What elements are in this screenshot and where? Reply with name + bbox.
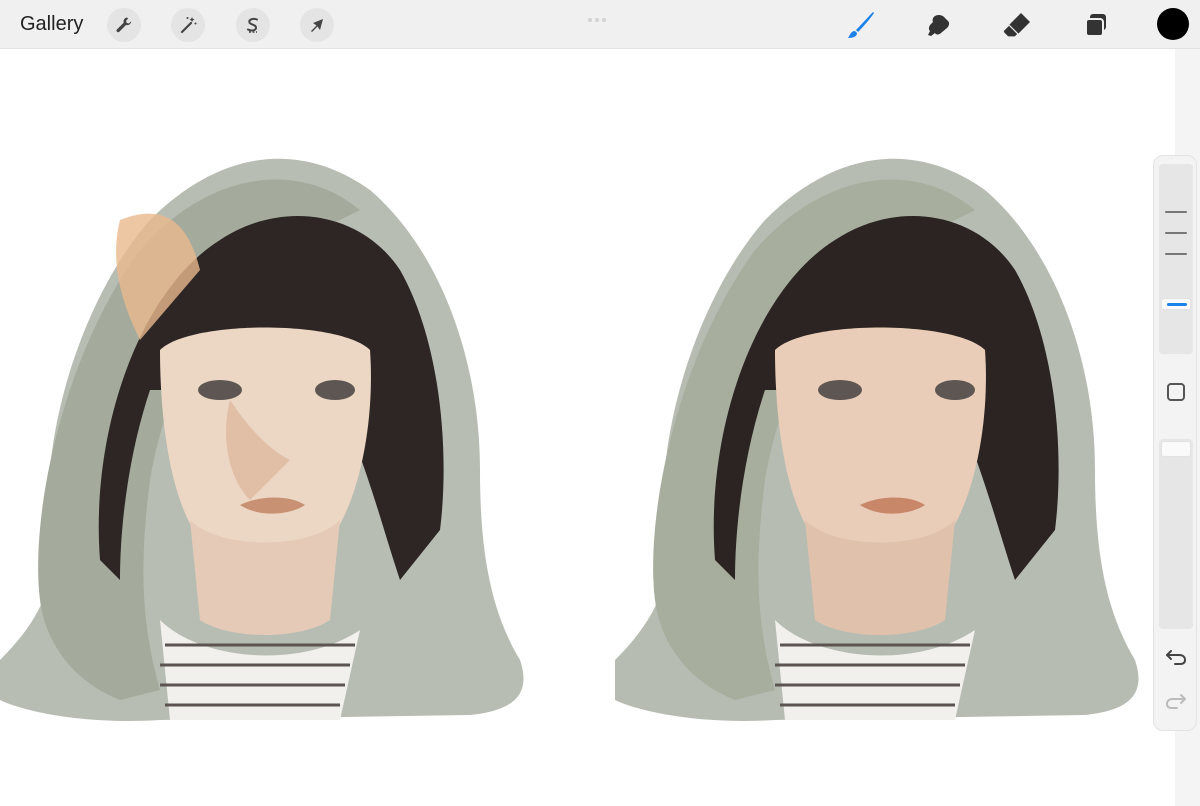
adjustments-button[interactable] [171,8,205,42]
slider-tick [1165,253,1187,255]
layers-icon [1085,14,1106,37]
undo-icon [1166,650,1187,665]
modify-square-icon[interactable] [1167,383,1185,401]
eraser-tool[interactable] [1000,8,1034,42]
brush-icon [848,12,874,38]
brush-size-thumb[interactable] [1161,298,1191,310]
wrench-icon [116,17,132,33]
undo-button[interactable] [1161,644,1191,670]
layers-button[interactable] [1079,8,1113,42]
slider-tick [1165,232,1187,234]
redo-icon [1165,694,1186,709]
artwork-portrait-right [615,158,1139,721]
actions-button[interactable] [107,8,141,42]
brush-tool[interactable] [844,8,878,42]
opacity-slider[interactable] [1159,439,1193,629]
brush-size-slider[interactable] [1159,164,1193,354]
magic-wand-icon [180,17,197,34]
toolbar-grip-handle[interactable] [588,9,612,22]
smudge-tool[interactable] [922,8,956,42]
artwork-portrait-left [0,158,524,721]
redo-button[interactable] [1161,688,1191,714]
gallery-button[interactable]: Gallery [20,13,83,36]
top-toolbar: Gallery [0,0,1200,49]
slider-tick [1165,211,1187,213]
transform-button[interactable] [300,8,334,42]
brush-sidebar [1153,155,1197,731]
arrow-cursor-icon [311,19,323,32]
eraser-icon [1002,13,1030,38]
smudge-icon [928,14,950,36]
selection-s-icon [247,17,258,33]
opacity-thumb[interactable] [1161,441,1191,457]
color-swatch-button[interactable] [1157,8,1189,40]
selection-button[interactable] [236,8,270,42]
